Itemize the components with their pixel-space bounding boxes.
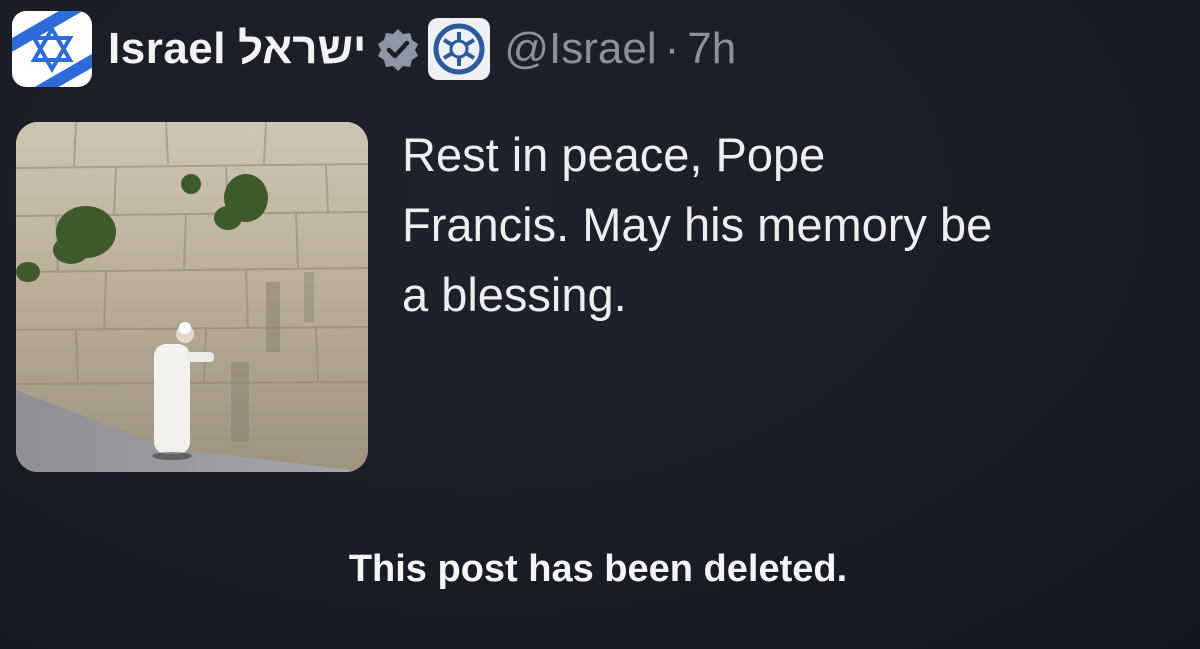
author-display-name-hebrew[interactable]: ישראל — [238, 24, 366, 74]
deleted-post-notice: This post has been deleted. — [0, 548, 1200, 591]
separator-dot: · — [664, 24, 680, 73]
author-handle[interactable]: @Israel — [504, 24, 656, 74]
post-timestamp[interactable]: 7h — [687, 24, 736, 74]
post-screenshot: Israel ישראל @Israel · 7h Rest in peace,… — [0, 0, 1200, 649]
author-display-name[interactable]: Israel — [108, 24, 226, 74]
government-emblem-icon[interactable] — [428, 18, 491, 80]
post-header: Israel ישראל @Israel · 7h — [12, 10, 736, 88]
post-body-text: Rest in peace, Pope Francis. May his mem… — [402, 128, 993, 321]
deleted-post-notice-text: This post has been deleted. — [348, 548, 848, 590]
verified-badge-icon — [378, 29, 419, 71]
western-wall-photo[interactable] — [16, 122, 368, 472]
star-of-david-flag-icon[interactable] — [12, 11, 92, 87]
